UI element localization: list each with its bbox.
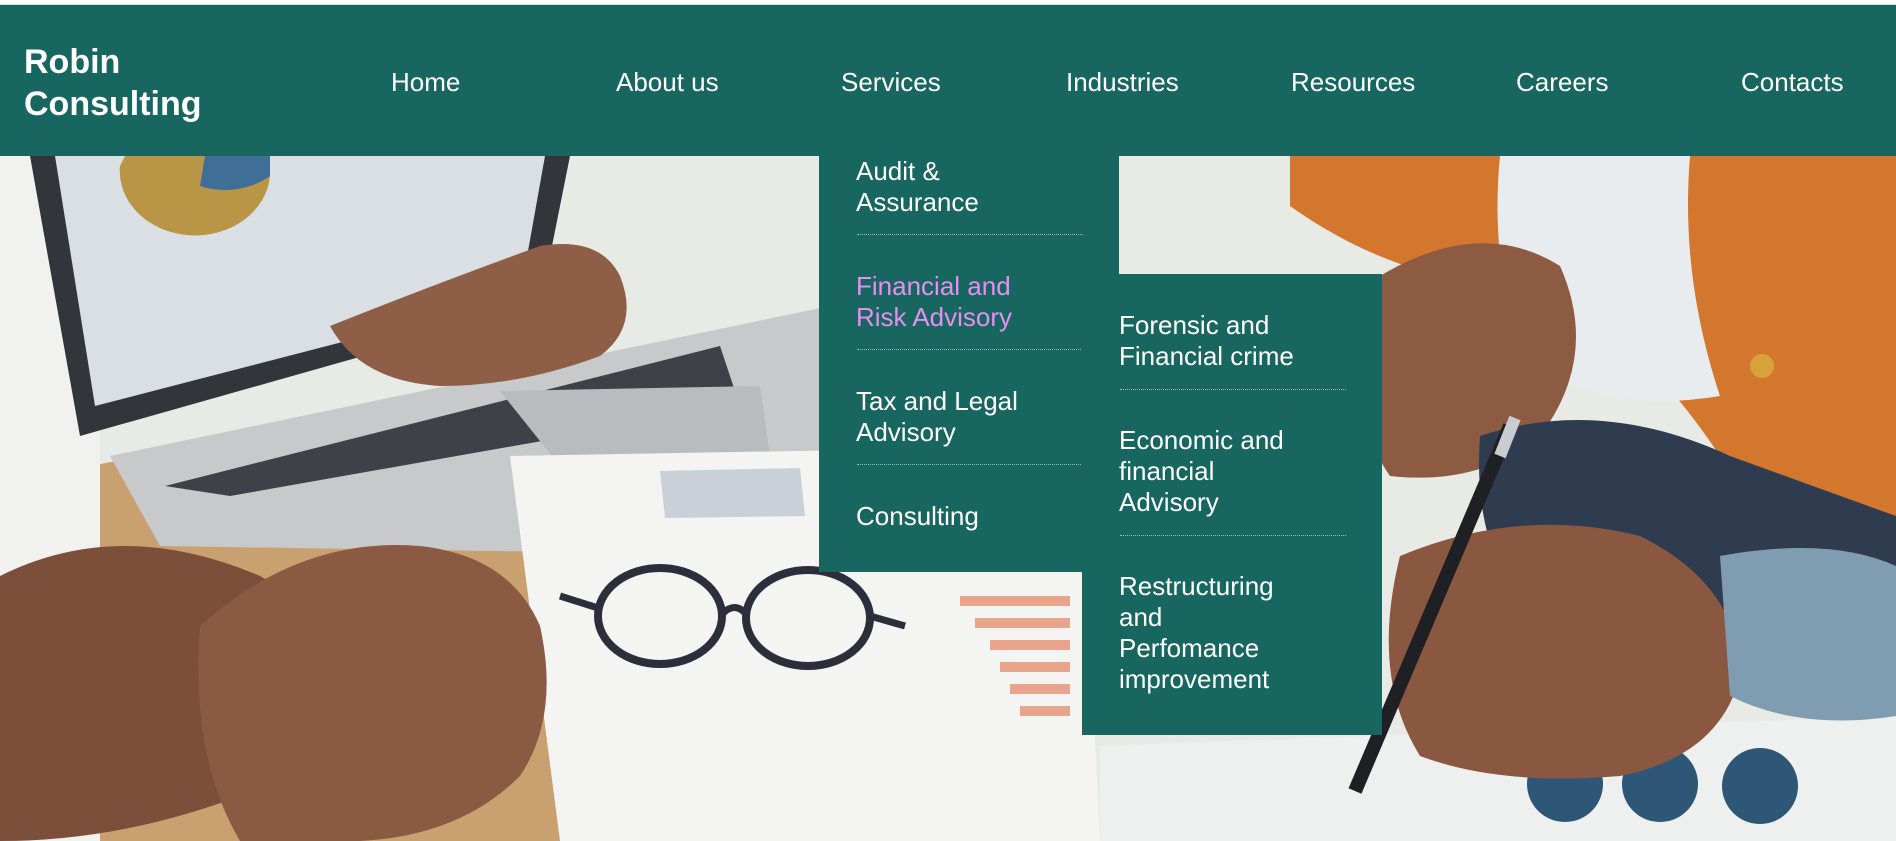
nav-about-us[interactable]: About us [616, 67, 719, 97]
menu-financial-risk-advisory-line2: Risk Advisory [856, 302, 1013, 332]
submenu-restructuring-line3: Perfomance [1119, 633, 1260, 663]
menu-tax-legal-advisory[interactable]: Tax and Legal Advisory [856, 386, 1082, 448]
menu-tax-legal-advisory-line2: Advisory [856, 417, 956, 447]
submenu-economic-line1: Economic and [1119, 425, 1284, 455]
menu-divider [857, 349, 1083, 350]
services-dropdown: Audit & Assurance Financial and Risk Adv… [819, 156, 1119, 572]
menu-financial-risk-advisory-line1: Financial and [856, 271, 1011, 301]
nav-home[interactable]: Home [391, 67, 460, 97]
menu-consulting-line1: Consulting [856, 501, 979, 531]
nav-services[interactable]: Services [841, 67, 941, 97]
menu-audit-assurance-line1: Audit & [856, 156, 940, 186]
menu-audit-assurance-line2: Assurance [856, 187, 979, 217]
menu-consulting[interactable]: Consulting [856, 501, 1082, 532]
submenu-economic-line2: financial [1119, 456, 1215, 486]
brand-line-1: Robin [24, 43, 121, 81]
submenu-restructuring-line1: Restructuring [1119, 571, 1274, 601]
submenu-restructuring-performance[interactable]: Restructuring and Perfomance improvement [1119, 571, 1345, 695]
submenu-forensic-line2: Financial crime [1119, 341, 1294, 371]
advisory-submenu: Forensic and Financial crime Economic an… [1082, 274, 1382, 735]
nav-contacts[interactable]: Contacts [1741, 67, 1844, 97]
nav-industries[interactable]: Industries [1066, 67, 1179, 97]
submenu-restructuring-line2: and [1119, 602, 1163, 632]
submenu-divider [1120, 535, 1346, 536]
submenu-restructuring-line4: improvement [1119, 664, 1270, 694]
menu-financial-risk-advisory[interactable]: Financial and Risk Advisory [856, 271, 1082, 333]
submenu-economic-financial-advisory[interactable]: Economic and financial Advisory [1119, 425, 1345, 518]
menu-audit-assurance[interactable]: Audit & Assurance [856, 156, 1082, 218]
nav-resources[interactable]: Resources [1291, 67, 1415, 97]
menu-divider [857, 464, 1083, 465]
menu-tax-legal-advisory-line1: Tax and Legal [856, 386, 1018, 416]
submenu-forensic-financial-crime[interactable]: Forensic and Financial crime [1119, 310, 1345, 372]
menu-divider [857, 234, 1083, 235]
site-logo[interactable]: Robin Consulting [24, 41, 202, 125]
navbar: Robin Consulting Home About us Services … [0, 5, 1896, 156]
brand-line-2: Consulting [24, 85, 202, 123]
submenu-forensic-line1: Forensic and [1119, 310, 1270, 340]
submenu-economic-line3: Advisory [1119, 487, 1219, 517]
submenu-divider [1120, 389, 1346, 390]
nav-careers[interactable]: Careers [1516, 67, 1608, 97]
